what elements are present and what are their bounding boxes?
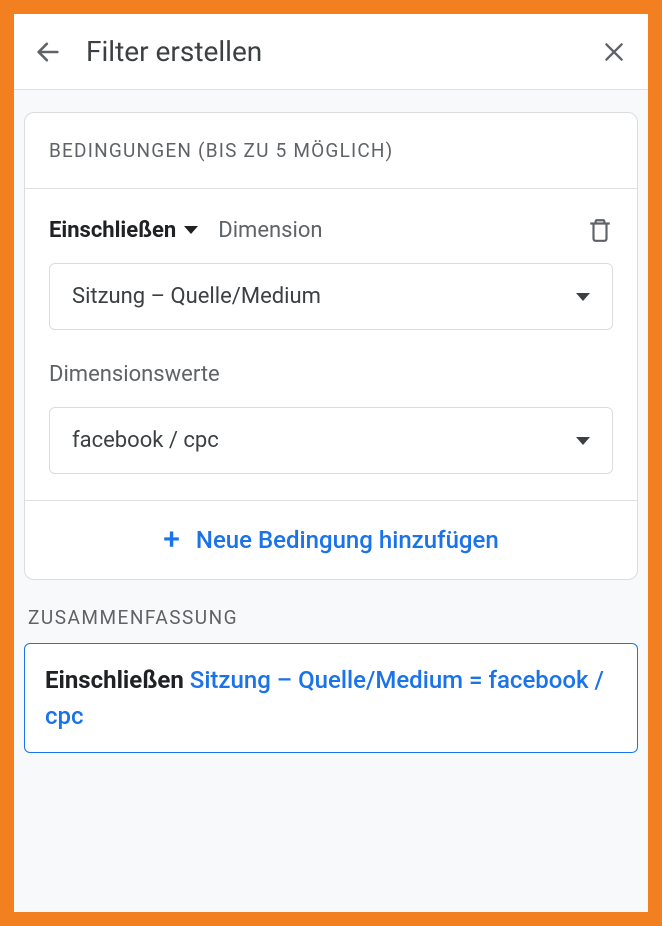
dialog-title: Filter erstellen	[86, 35, 576, 68]
condition-type-label: Dimension	[218, 218, 567, 243]
add-condition-label: Neue Bedingung hinzufügen	[196, 526, 499, 554]
dimension-select[interactable]: Sitzung – Quelle/Medium	[49, 263, 613, 330]
chevron-down-icon	[576, 293, 590, 301]
conditions-section-title: BEDINGUNGEN (BIS ZU 5 MÖGLICH)	[25, 113, 637, 189]
chevron-down-icon	[184, 226, 198, 234]
close-icon[interactable]	[600, 38, 628, 66]
chevron-down-icon	[576, 437, 590, 445]
plus-icon: +	[163, 525, 180, 555]
back-icon[interactable]	[34, 38, 62, 66]
summary-section-title: ZUSAMMENFASSUNG	[28, 606, 634, 629]
content-area: BEDINGUNGEN (BIS ZU 5 MÖGLICH) Einschlie…	[14, 90, 648, 912]
dimension-values-label: Dimensionswerte	[49, 362, 613, 387]
condition-row: Einschließen Dimension Sitzung – Quelle/…	[25, 189, 637, 501]
add-condition-button[interactable]: + Neue Bedingung hinzufügen	[25, 501, 637, 579]
summary-include: Einschließen	[45, 666, 184, 694]
dimension-select-value: Sitzung – Quelle/Medium	[72, 284, 321, 309]
summary-box: Einschließen Sitzung – Quelle/Medium = f…	[24, 643, 638, 753]
trash-icon[interactable]	[587, 217, 613, 243]
conditions-card: BEDINGUNGEN (BIS ZU 5 MÖGLICH) Einschlie…	[24, 112, 638, 580]
include-exclude-dropdown[interactable]: Einschließen	[49, 218, 198, 243]
dimension-values-selected: facebook / cpc	[72, 428, 219, 453]
include-label: Einschließen	[49, 218, 176, 243]
dialog-header: Filter erstellen	[14, 14, 648, 90]
dimension-values-select[interactable]: facebook / cpc	[49, 407, 613, 474]
